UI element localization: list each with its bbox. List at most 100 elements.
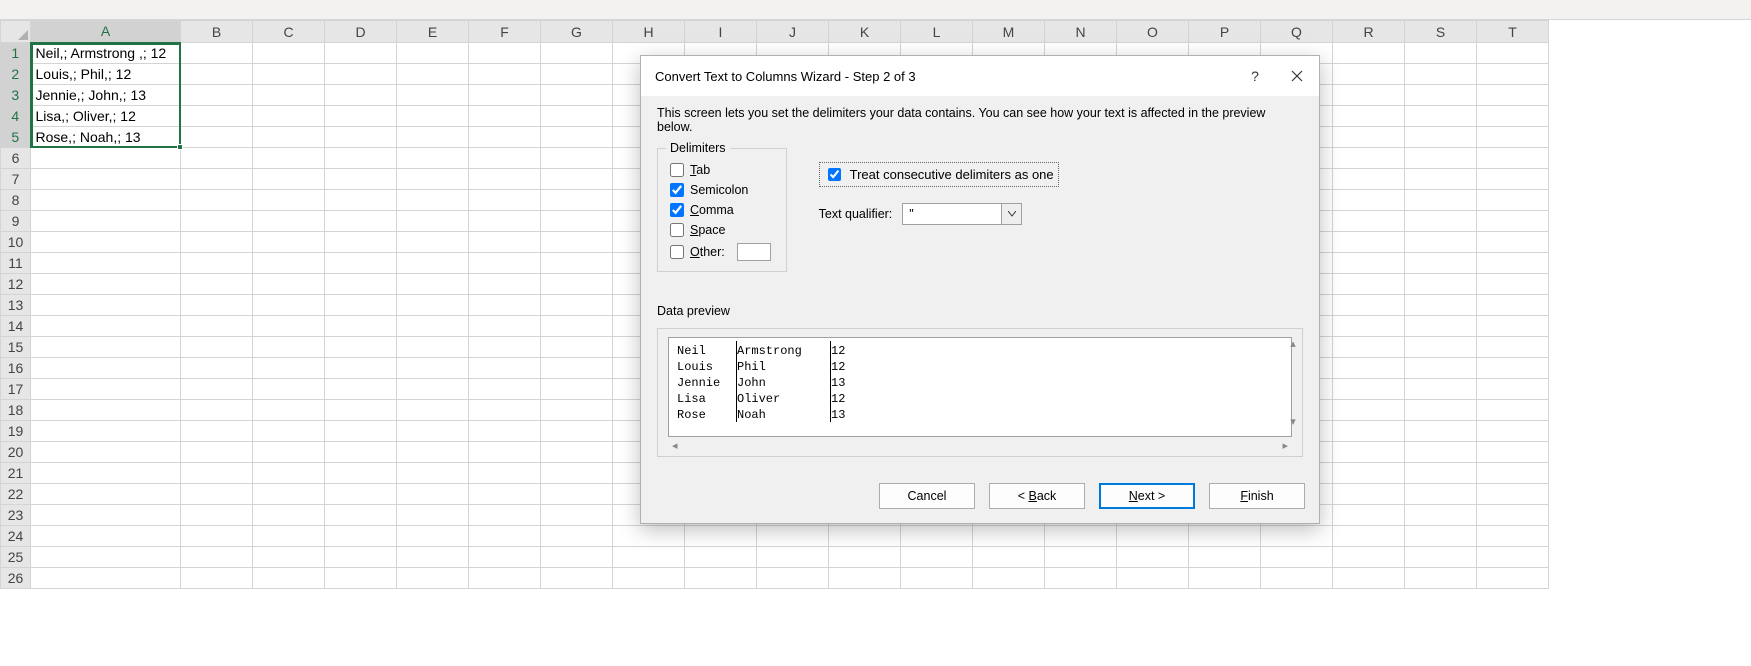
cell-R24[interactable] (1333, 526, 1405, 547)
cell-H25[interactable] (613, 547, 685, 568)
cell-A22[interactable] (31, 484, 181, 505)
cell-S25[interactable] (1405, 547, 1477, 568)
scroll-left-icon[interactable]: ◂ (672, 439, 678, 452)
cell-C5[interactable] (253, 127, 325, 148)
cell-B20[interactable] (181, 442, 253, 463)
row-header-16[interactable]: 16 (1, 358, 31, 379)
cell-F14[interactable] (469, 316, 541, 337)
cell-S23[interactable] (1405, 505, 1477, 526)
cell-G25[interactable] (541, 547, 613, 568)
row-header-9[interactable]: 9 (1, 211, 31, 232)
cell-F16[interactable] (469, 358, 541, 379)
cell-B4[interactable] (181, 106, 253, 127)
cell-D3[interactable] (325, 85, 397, 106)
cell-G3[interactable] (541, 85, 613, 106)
cell-B12[interactable] (181, 274, 253, 295)
cell-E17[interactable] (397, 379, 469, 400)
row-header-6[interactable]: 6 (1, 148, 31, 169)
cell-S6[interactable] (1405, 148, 1477, 169)
col-header-J[interactable]: J (757, 21, 829, 43)
cell-C1[interactable] (253, 43, 325, 64)
cell-T22[interactable] (1477, 484, 1549, 505)
cell-T9[interactable] (1477, 211, 1549, 232)
cell-N25[interactable] (1045, 547, 1117, 568)
row-header-1[interactable]: 1 (1, 43, 31, 64)
cell-A21[interactable] (31, 463, 181, 484)
cell-R17[interactable] (1333, 379, 1405, 400)
cell-L26[interactable] (901, 568, 973, 589)
row-header-24[interactable]: 24 (1, 526, 31, 547)
cell-E4[interactable] (397, 106, 469, 127)
cell-E16[interactable] (397, 358, 469, 379)
cell-D23[interactable] (325, 505, 397, 526)
cell-T4[interactable] (1477, 106, 1549, 127)
cell-R12[interactable] (1333, 274, 1405, 295)
cell-A9[interactable] (31, 211, 181, 232)
row-header-4[interactable]: 4 (1, 106, 31, 127)
cell-F18[interactable] (469, 400, 541, 421)
cell-C14[interactable] (253, 316, 325, 337)
cell-E2[interactable] (397, 64, 469, 85)
cell-F11[interactable] (469, 253, 541, 274)
cell-T17[interactable] (1477, 379, 1549, 400)
cell-E1[interactable] (397, 43, 469, 64)
cell-F19[interactable] (469, 421, 541, 442)
cell-R14[interactable] (1333, 316, 1405, 337)
cell-Q24[interactable] (1261, 526, 1333, 547)
cell-C24[interactable] (253, 526, 325, 547)
cell-B21[interactable] (181, 463, 253, 484)
treat-consecutive-checkbox[interactable] (828, 168, 841, 181)
delim-comma[interactable]: Comma (670, 203, 774, 217)
cell-C21[interactable] (253, 463, 325, 484)
cell-T18[interactable] (1477, 400, 1549, 421)
cell-E15[interactable] (397, 337, 469, 358)
row-header-19[interactable]: 19 (1, 421, 31, 442)
cell-L24[interactable] (901, 526, 973, 547)
cell-B19[interactable] (181, 421, 253, 442)
cell-E20[interactable] (397, 442, 469, 463)
cell-T10[interactable] (1477, 232, 1549, 253)
cell-Q26[interactable] (1261, 568, 1333, 589)
row-header-10[interactable]: 10 (1, 232, 31, 253)
delim-comma-checkbox[interactable] (670, 203, 684, 217)
cell-G17[interactable] (541, 379, 613, 400)
cell-D20[interactable] (325, 442, 397, 463)
cell-S3[interactable] (1405, 85, 1477, 106)
cell-G5[interactable] (541, 127, 613, 148)
cell-T25[interactable] (1477, 547, 1549, 568)
dialog-titlebar[interactable]: Convert Text to Columns Wizard - Step 2 … (641, 56, 1319, 96)
cell-D14[interactable] (325, 316, 397, 337)
delim-semicolon[interactable]: Semicolon (670, 183, 774, 197)
cell-A1[interactable]: Neil,; Armstrong ,; 12 (31, 43, 181, 64)
cell-D12[interactable] (325, 274, 397, 295)
row-header-18[interactable]: 18 (1, 400, 31, 421)
cell-R19[interactable] (1333, 421, 1405, 442)
cell-G6[interactable] (541, 148, 613, 169)
cell-Q25[interactable] (1261, 547, 1333, 568)
cell-T21[interactable] (1477, 463, 1549, 484)
cell-C22[interactable] (253, 484, 325, 505)
col-header-P[interactable]: P (1189, 21, 1261, 43)
cell-A23[interactable] (31, 505, 181, 526)
cell-D9[interactable] (325, 211, 397, 232)
cell-C16[interactable] (253, 358, 325, 379)
cell-B22[interactable] (181, 484, 253, 505)
col-header-S[interactable]: S (1405, 21, 1477, 43)
cell-B1[interactable] (181, 43, 253, 64)
cell-R1[interactable] (1333, 43, 1405, 64)
cell-G1[interactable] (541, 43, 613, 64)
cell-G19[interactable] (541, 421, 613, 442)
cell-S19[interactable] (1405, 421, 1477, 442)
cell-A25[interactable] (31, 547, 181, 568)
cell-G11[interactable] (541, 253, 613, 274)
cell-D1[interactable] (325, 43, 397, 64)
preview-vscroll[interactable]: ▴ ▾ (1286, 337, 1300, 428)
cell-T5[interactable] (1477, 127, 1549, 148)
row-header-21[interactable]: 21 (1, 463, 31, 484)
cell-C7[interactable] (253, 169, 325, 190)
cell-A17[interactable] (31, 379, 181, 400)
cell-R9[interactable] (1333, 211, 1405, 232)
cell-N26[interactable] (1045, 568, 1117, 589)
cell-G7[interactable] (541, 169, 613, 190)
cell-S9[interactable] (1405, 211, 1477, 232)
